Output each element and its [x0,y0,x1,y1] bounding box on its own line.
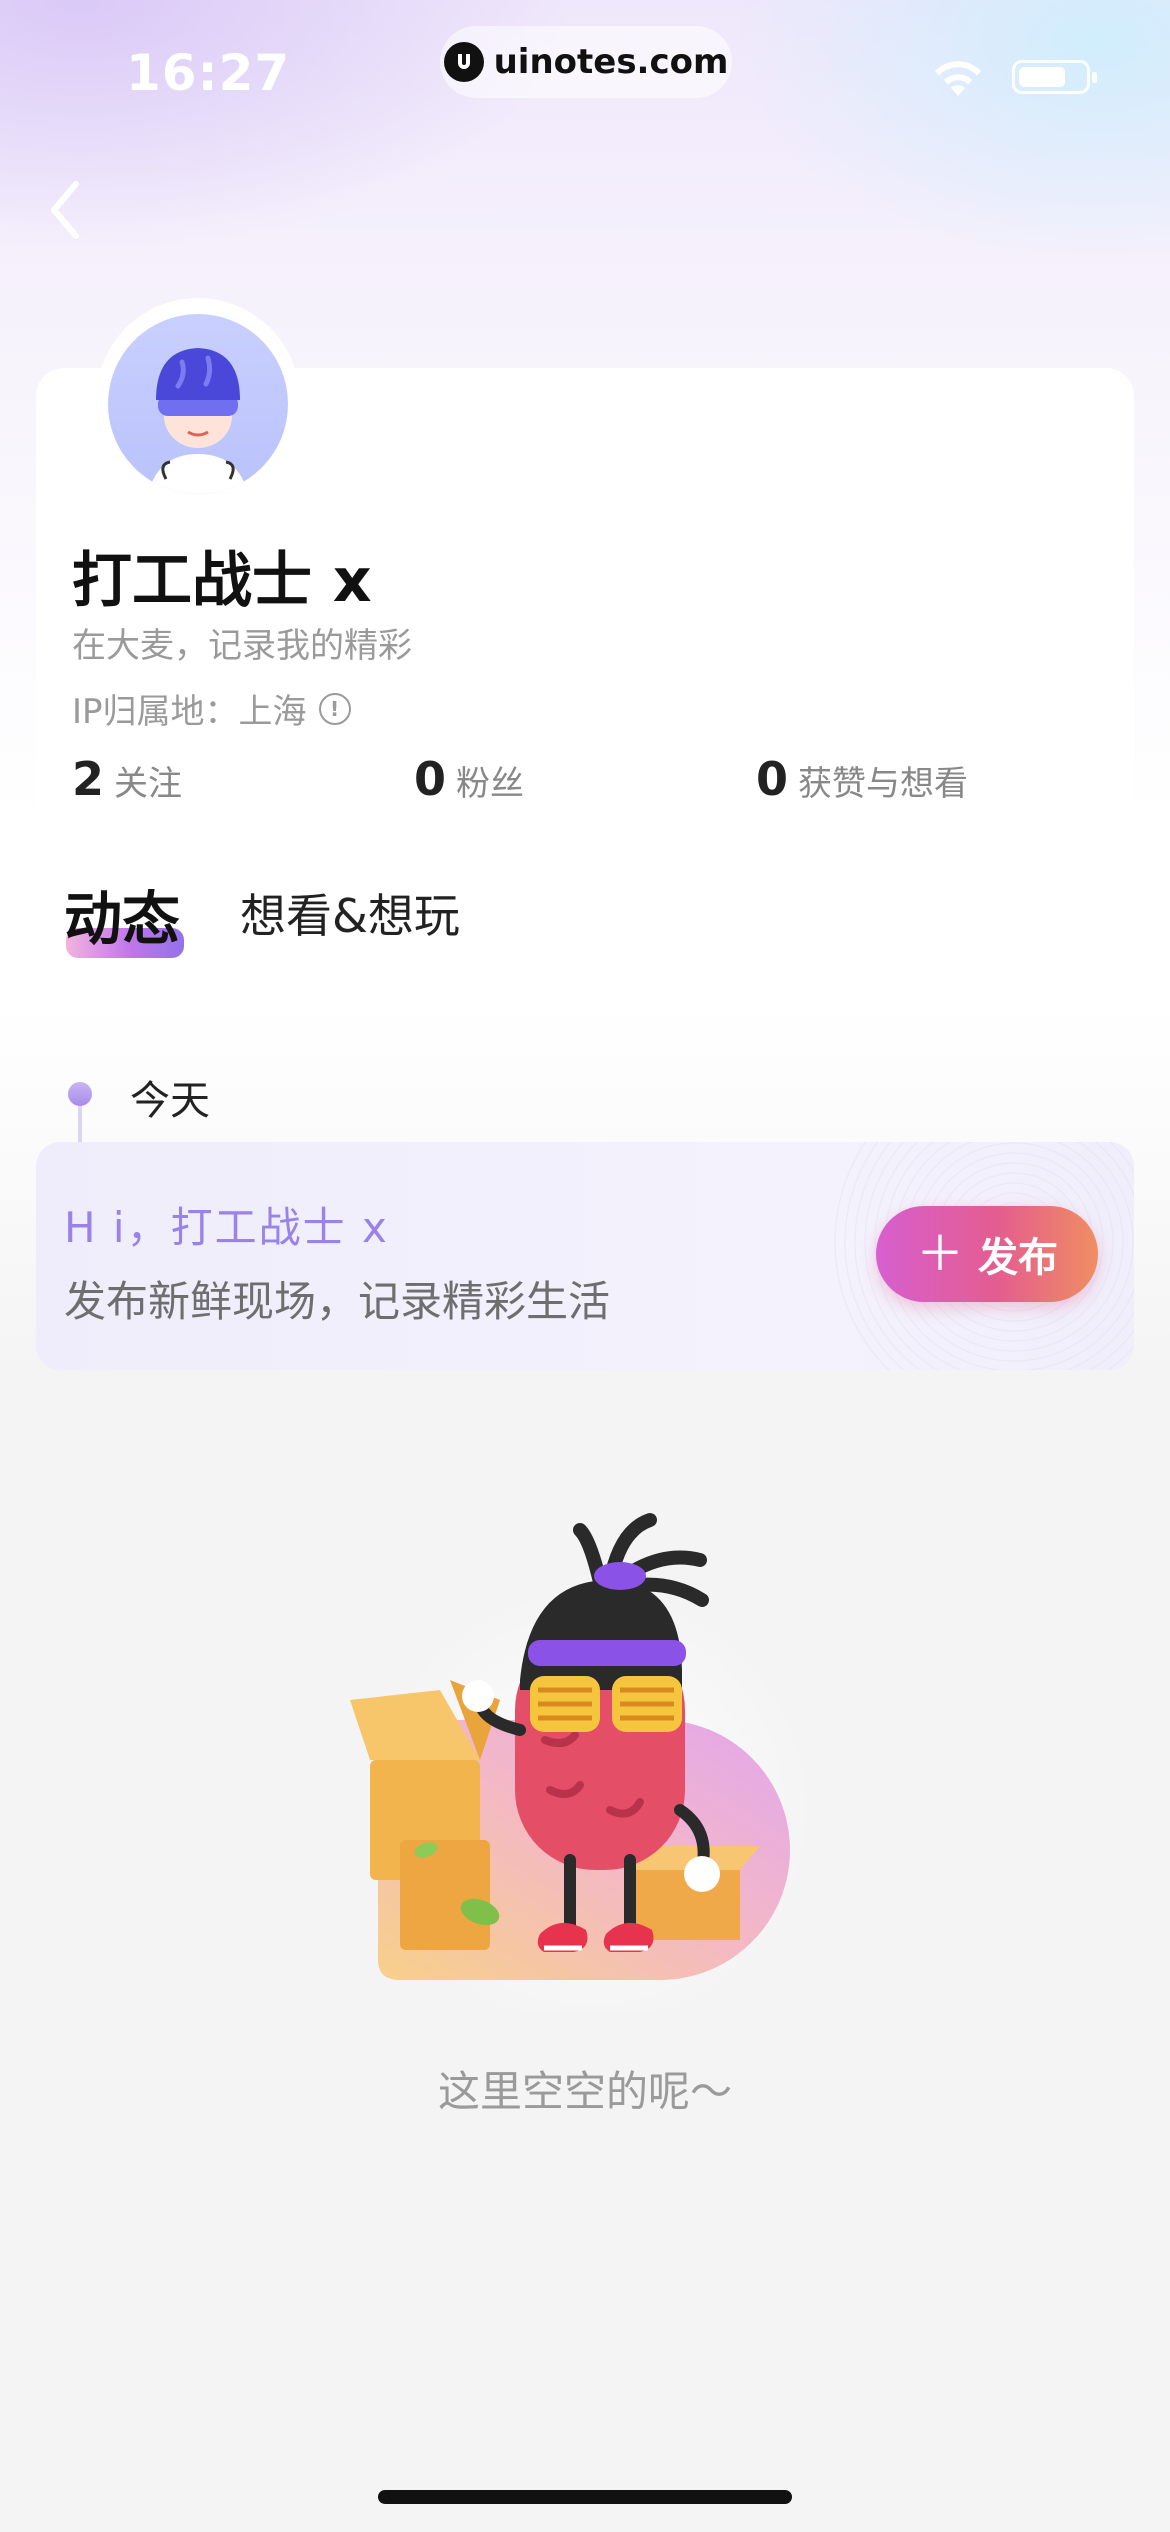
chevron-left-icon[interactable] [38,170,98,250]
wifi-icon [935,61,981,96]
stat-following-count: 2 [72,752,105,806]
battery-icon [1012,60,1097,94]
url-pill[interactable]: uinotes.com [440,26,732,98]
stat-following[interactable]: 2 关注 [72,752,182,806]
stat-followers-label: 粉丝 [456,764,525,804]
url-text: uinotes.com [493,42,729,82]
ip-location-text: IP归属地：上海 [72,692,307,732]
bio-text: 在大麦，记录我的精彩 [72,626,412,666]
avatar-illustration [148,348,248,494]
tab-moments[interactable]: 动态 [64,872,180,956]
stat-likes-count: 0 [756,752,789,806]
timeline-line [78,1106,82,1146]
timeline-date: 今天 [130,1078,210,1124]
profile-page: 16:27 uinotes.com 打工战士 x 在大麦，记录我的精彩 IP归属… [0,0,1170,2532]
stat-following-label: 关注 [114,764,183,804]
site-logo-icon [443,42,484,82]
status-time: 16:27 [126,44,291,102]
tab-wishlist[interactable]: 想看&想玩 [240,880,460,946]
greeting-text: H i，打工战士 x [64,1203,389,1252]
publish-button[interactable]: ＋ 发布 [876,1206,1098,1302]
info-icon[interactable]: ! [318,692,351,725]
publish-button-label: 发布 [978,1235,1058,1281]
timeline-dot [68,1082,92,1106]
home-indicator[interactable] [378,2490,792,2504]
empty-state-illustration [350,1513,820,2010]
stat-followers-count: 0 [414,752,447,806]
avatar[interactable] [108,314,288,494]
plus-icon: ＋ [915,1226,964,1282]
stat-followers[interactable]: 0 粉丝 [414,752,524,806]
stat-likes[interactable]: 0 获赞与想看 [756,752,968,806]
stat-likes-label: 获赞与想看 [798,764,969,804]
ip-location: IP归属地：上海 ! [72,684,351,733]
username: 打工战士 x [72,546,372,616]
empty-state-text: 这里空空的呢～ [437,2067,732,2116]
publish-subtitle: 发布新鲜现场，记录精彩生活 [64,1277,611,1326]
